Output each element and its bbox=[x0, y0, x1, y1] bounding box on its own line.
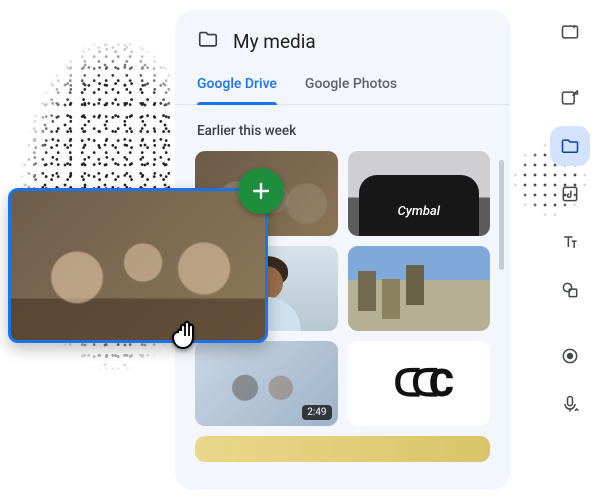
rail-folder[interactable] bbox=[550, 126, 590, 166]
tab-google-photos[interactable]: Google Photos bbox=[305, 68, 397, 104]
rail-text[interactable] bbox=[550, 222, 590, 262]
thumb-partial-row[interactable] bbox=[195, 436, 490, 462]
plus-icon bbox=[249, 179, 273, 203]
grab-cursor-icon bbox=[168, 310, 212, 354]
tab-google-drive[interactable]: Google Drive bbox=[197, 68, 277, 104]
video-duration: 2:49 bbox=[302, 405, 331, 420]
thumb-two-people-video[interactable]: 2:49 bbox=[195, 341, 338, 426]
rail-voice-upload[interactable] bbox=[550, 384, 590, 424]
folder-icon bbox=[560, 136, 580, 156]
thumb-cityscape[interactable] bbox=[348, 246, 491, 331]
rail-shape[interactable] bbox=[550, 270, 590, 310]
sparkle-image-icon bbox=[560, 22, 580, 42]
thumb-tshirt[interactable]: Cymbal bbox=[348, 151, 491, 236]
image-edit-icon bbox=[560, 88, 580, 108]
rail-record[interactable] bbox=[550, 336, 590, 376]
record-icon bbox=[560, 346, 580, 366]
scrollbar[interactable] bbox=[499, 160, 504, 270]
right-rail bbox=[550, 12, 590, 424]
add-badge bbox=[238, 168, 284, 214]
shape-icon bbox=[560, 280, 580, 300]
text-icon bbox=[560, 232, 580, 252]
cc-logo-glyph: ᑕᑕC bbox=[394, 361, 444, 406]
section-heading: Earlier this week bbox=[175, 105, 510, 151]
folder-icon bbox=[197, 28, 219, 54]
thumb-tshirt-label: Cymbal bbox=[398, 204, 441, 219]
rail-audio[interactable] bbox=[550, 174, 590, 214]
audio-icon bbox=[560, 184, 580, 204]
thumb-cc-logo[interactable]: ᑕᑕC bbox=[348, 341, 491, 426]
rail-sparkle-image[interactable] bbox=[550, 12, 590, 52]
panel-header: My media bbox=[175, 28, 510, 68]
dragged-thumbnail[interactable] bbox=[8, 188, 268, 343]
rail-image-edit[interactable] bbox=[550, 78, 590, 118]
panel-title: My media bbox=[233, 30, 316, 53]
tabs: Google Drive Google Photos bbox=[175, 68, 510, 105]
voice-upload-icon bbox=[560, 394, 580, 414]
